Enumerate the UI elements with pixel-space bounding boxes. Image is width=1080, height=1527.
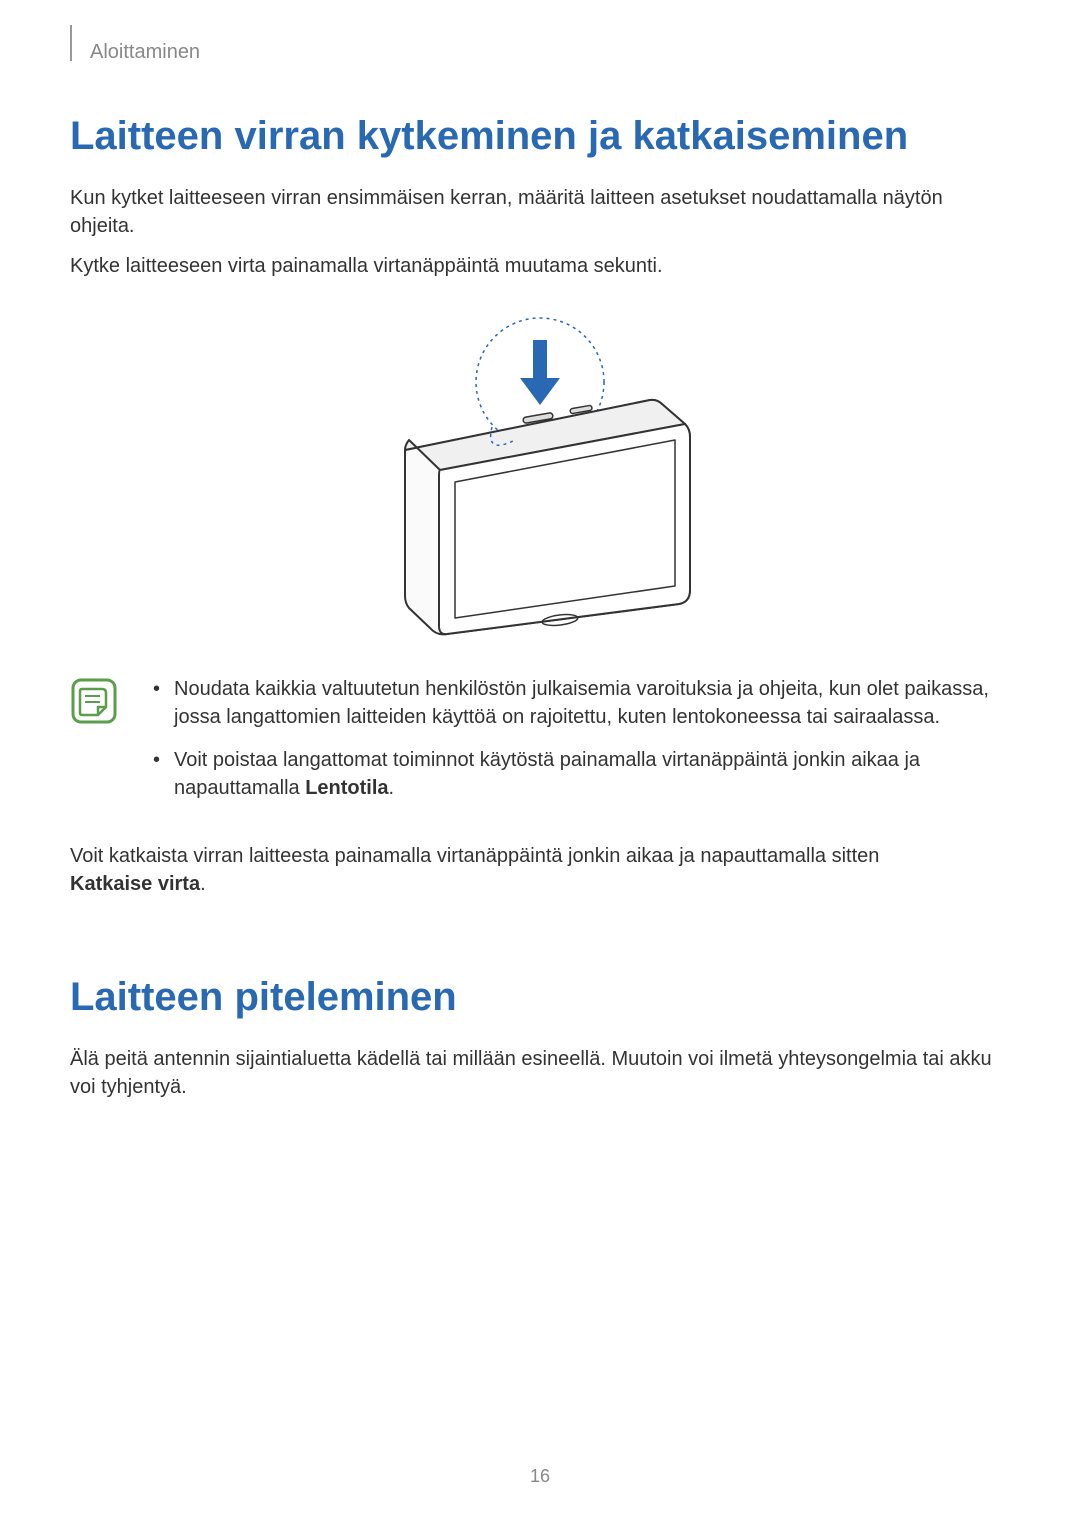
- header-section-name: Aloittaminen: [90, 35, 200, 64]
- note-bullet-list: Noudata kaikkia valtuutetun henkilöstön …: [148, 675, 1010, 802]
- note-bullet-2: Voit poistaa langattomat toiminnot käytö…: [148, 746, 1010, 802]
- note-icon: [70, 677, 118, 730]
- para3-post: .: [200, 873, 206, 895]
- paragraph-power-on: Kytke laitteeseen virta painamalla virta…: [70, 252, 1010, 280]
- note-bullet-2-post: .: [389, 777, 395, 799]
- section-heading-holding: Laitteen piteleminen: [70, 975, 1010, 1020]
- page-content: Aloittaminen Laitteen virran kytkeminen …: [0, 0, 1080, 1163]
- header-divider: [70, 25, 72, 61]
- tablet-illustration: [70, 310, 1010, 645]
- para3-bold: Katkaise virta: [70, 873, 200, 895]
- paragraph-antenna: Älä peitä antennin sijaintialuetta kädel…: [70, 1045, 1010, 1101]
- page-header: Aloittaminen: [70, 35, 1010, 64]
- note-content: Noudata kaikkia valtuutetun henkilöstön …: [148, 675, 1010, 817]
- note-block: Noudata kaikkia valtuutetun henkilöstön …: [70, 675, 1010, 817]
- note-bullet-2-pre: Voit poistaa langattomat toiminnot käytö…: [174, 749, 920, 799]
- page-number: 16: [0, 1466, 1080, 1487]
- note-bullet-1: Noudata kaikkia valtuutetun henkilöstön …: [148, 675, 1010, 731]
- para3-pre: Voit katkaista virran laitteesta painama…: [70, 845, 879, 867]
- paragraph-power-off: Voit katkaista virran laitteesta painama…: [70, 842, 1010, 898]
- section-heading-power: Laitteen virran kytkeminen ja katkaisemi…: [70, 114, 1010, 159]
- note-bullet-2-bold: Lentotila: [305, 777, 388, 799]
- paragraph-setup: Kun kytket laitteeseen virran ensimmäise…: [70, 184, 1010, 240]
